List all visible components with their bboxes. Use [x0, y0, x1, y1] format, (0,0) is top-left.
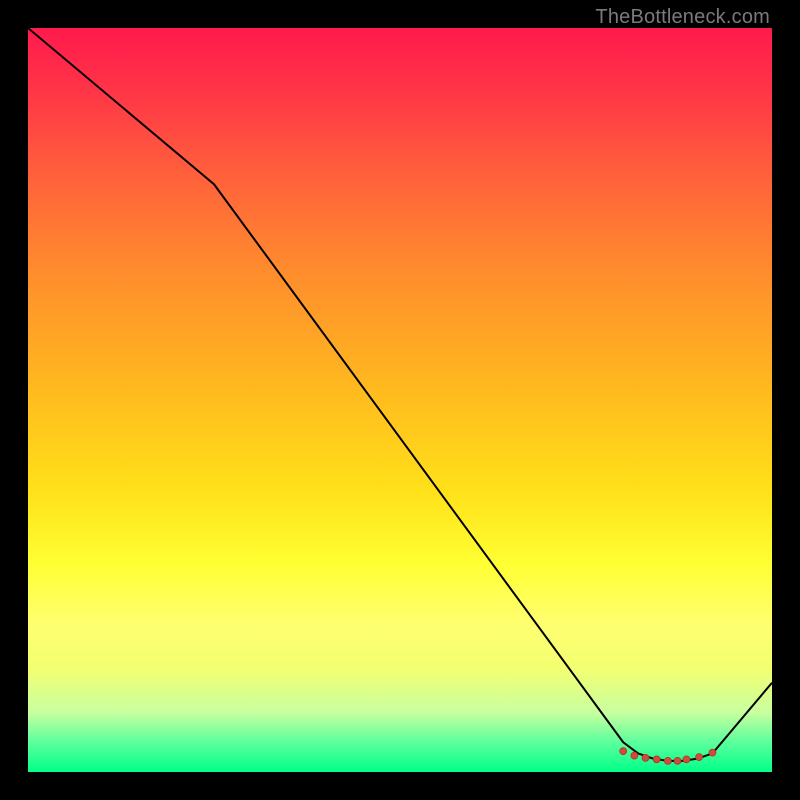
marker-dot: [642, 754, 649, 761]
gradient-plot-area: [28, 28, 772, 772]
marker-dot: [620, 748, 627, 755]
chart-svg: [28, 28, 772, 772]
curve-line: [28, 28, 772, 761]
marker-dot: [696, 754, 703, 761]
marker-dot: [631, 752, 638, 759]
chart-frame: TheBottleneck.com: [0, 0, 800, 800]
curve-path: [28, 28, 772, 761]
marker-dot: [709, 749, 716, 756]
marker-dot: [653, 756, 660, 763]
marker-dot: [674, 757, 681, 764]
marker-dot: [664, 757, 671, 764]
attribution-text: TheBottleneck.com: [595, 6, 770, 29]
marker-dot: [683, 756, 690, 763]
